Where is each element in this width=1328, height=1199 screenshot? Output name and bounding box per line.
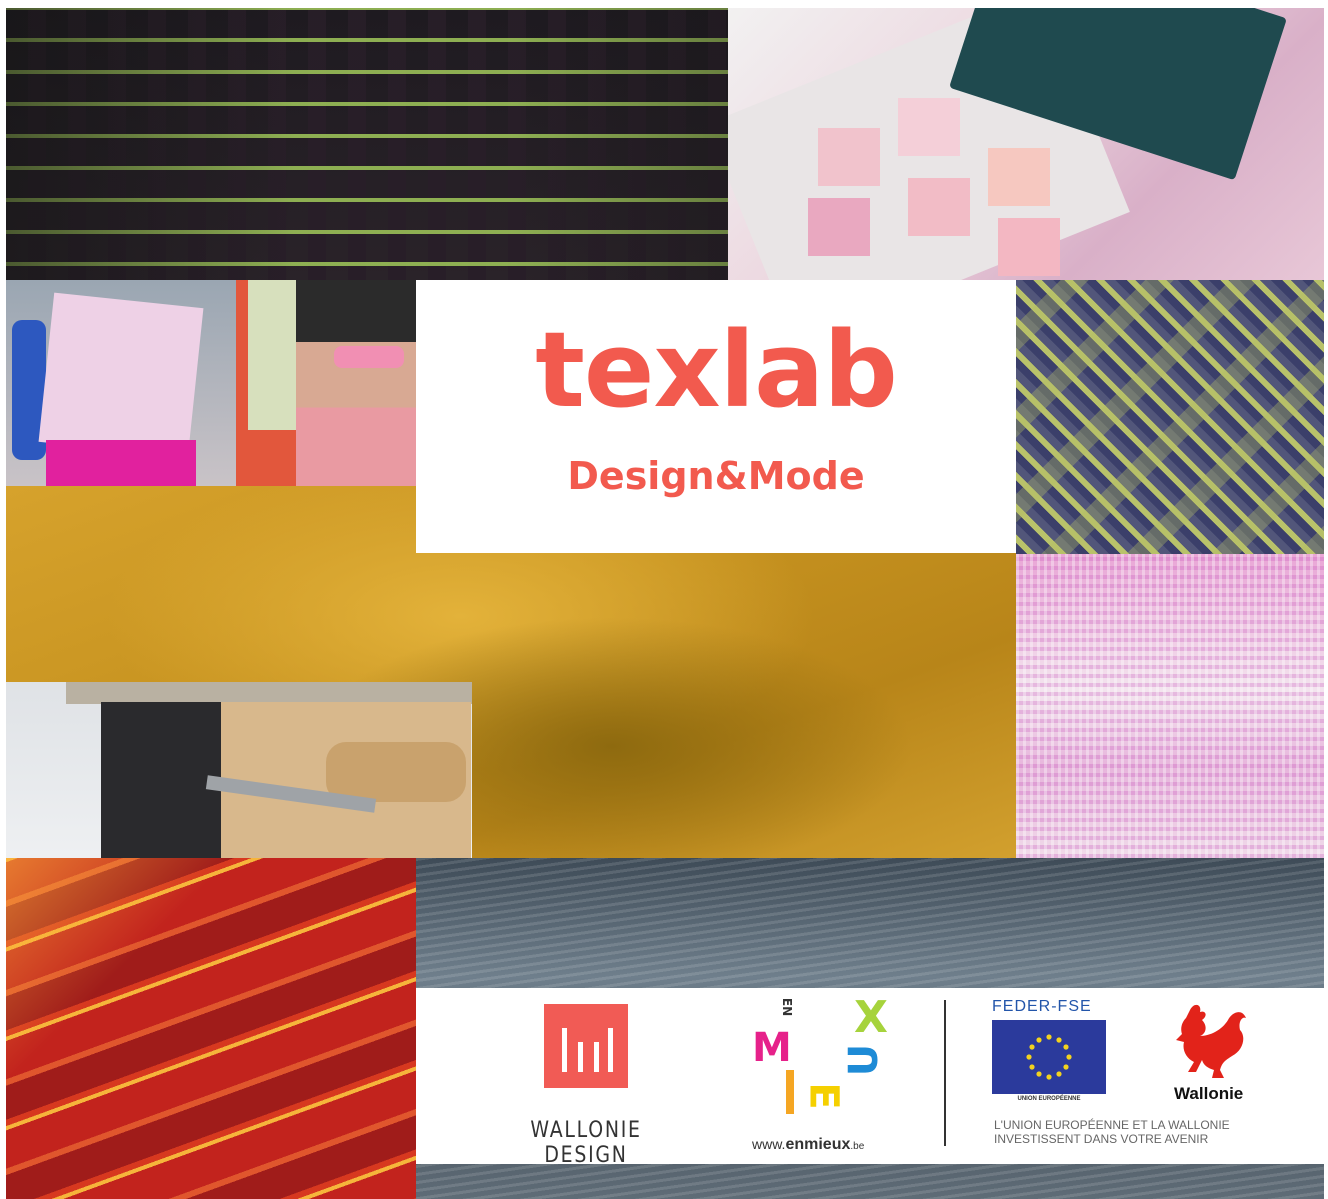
pink-color-swatch-book-photo bbox=[728, 8, 1324, 280]
eu-flag-caption: UNION EUROPÉENNE bbox=[1017, 1096, 1081, 1102]
eu-investment-statement: L'UNION EUROPÉENNE ET LA WALLONIE INVEST… bbox=[994, 1118, 1294, 1146]
collage-poster: texlab Design&Mode WALLONIE DESIGN M EN … bbox=[0, 0, 1328, 1199]
wallonie-design-label: WALLONIE DESIGN bbox=[530, 1118, 642, 1164]
enmieux-logo-letter-en: EN bbox=[780, 997, 795, 1017]
herringbone-woven-fabric-photo bbox=[1016, 280, 1324, 554]
enmieux-url-prefix: www. bbox=[752, 1136, 786, 1152]
partner-divider bbox=[944, 1000, 946, 1146]
wallonie-design-logo-icon bbox=[544, 1004, 628, 1088]
feder-fse-label: FEDER-FSE bbox=[992, 998, 1092, 1015]
enmieux-url-name: enmieux bbox=[785, 1136, 851, 1153]
texlab-logo-card: texlab Design&Mode bbox=[416, 280, 1016, 553]
enmieux-logo-letter-x: X bbox=[854, 992, 888, 1043]
partner-logos-band: WALLONIE DESIGN M EN X E U www.enmieux.b… bbox=[416, 988, 1324, 1164]
eu-statement-line-2: INVESTISSENT DANS VOTRE AVENIR bbox=[994, 1132, 1209, 1146]
brand-name: texlab bbox=[535, 309, 898, 431]
enmieux-url: www.enmieux.be bbox=[752, 1136, 902, 1154]
enmieux-logo-letter-e: E bbox=[800, 1082, 847, 1110]
enmieux-logo-bar-icon bbox=[786, 1070, 794, 1114]
loom-workshop-photo bbox=[6, 682, 472, 858]
embroidered-dark-fabric-photo bbox=[6, 8, 728, 280]
wallonie-rooster-icon bbox=[1176, 1004, 1246, 1078]
enmieux-url-suffix: .be bbox=[850, 1141, 865, 1152]
pink-woven-fabric-photo bbox=[1016, 554, 1324, 858]
brand-tagline: Design&Mode bbox=[567, 454, 865, 498]
fashion-runway-photos bbox=[6, 280, 416, 486]
red-leather-hides-photo bbox=[6, 858, 416, 1199]
eu-statement-line-1: L'UNION EUROPÉENNE ET LA WALLONIE bbox=[994, 1118, 1230, 1132]
eu-flag-icon bbox=[992, 1020, 1106, 1094]
enmieux-logo-letter-m: M bbox=[752, 1025, 792, 1071]
enmieux-logo-letter-u: U bbox=[841, 1043, 888, 1077]
wallonie-label: Wallonie bbox=[1174, 1084, 1244, 1103]
